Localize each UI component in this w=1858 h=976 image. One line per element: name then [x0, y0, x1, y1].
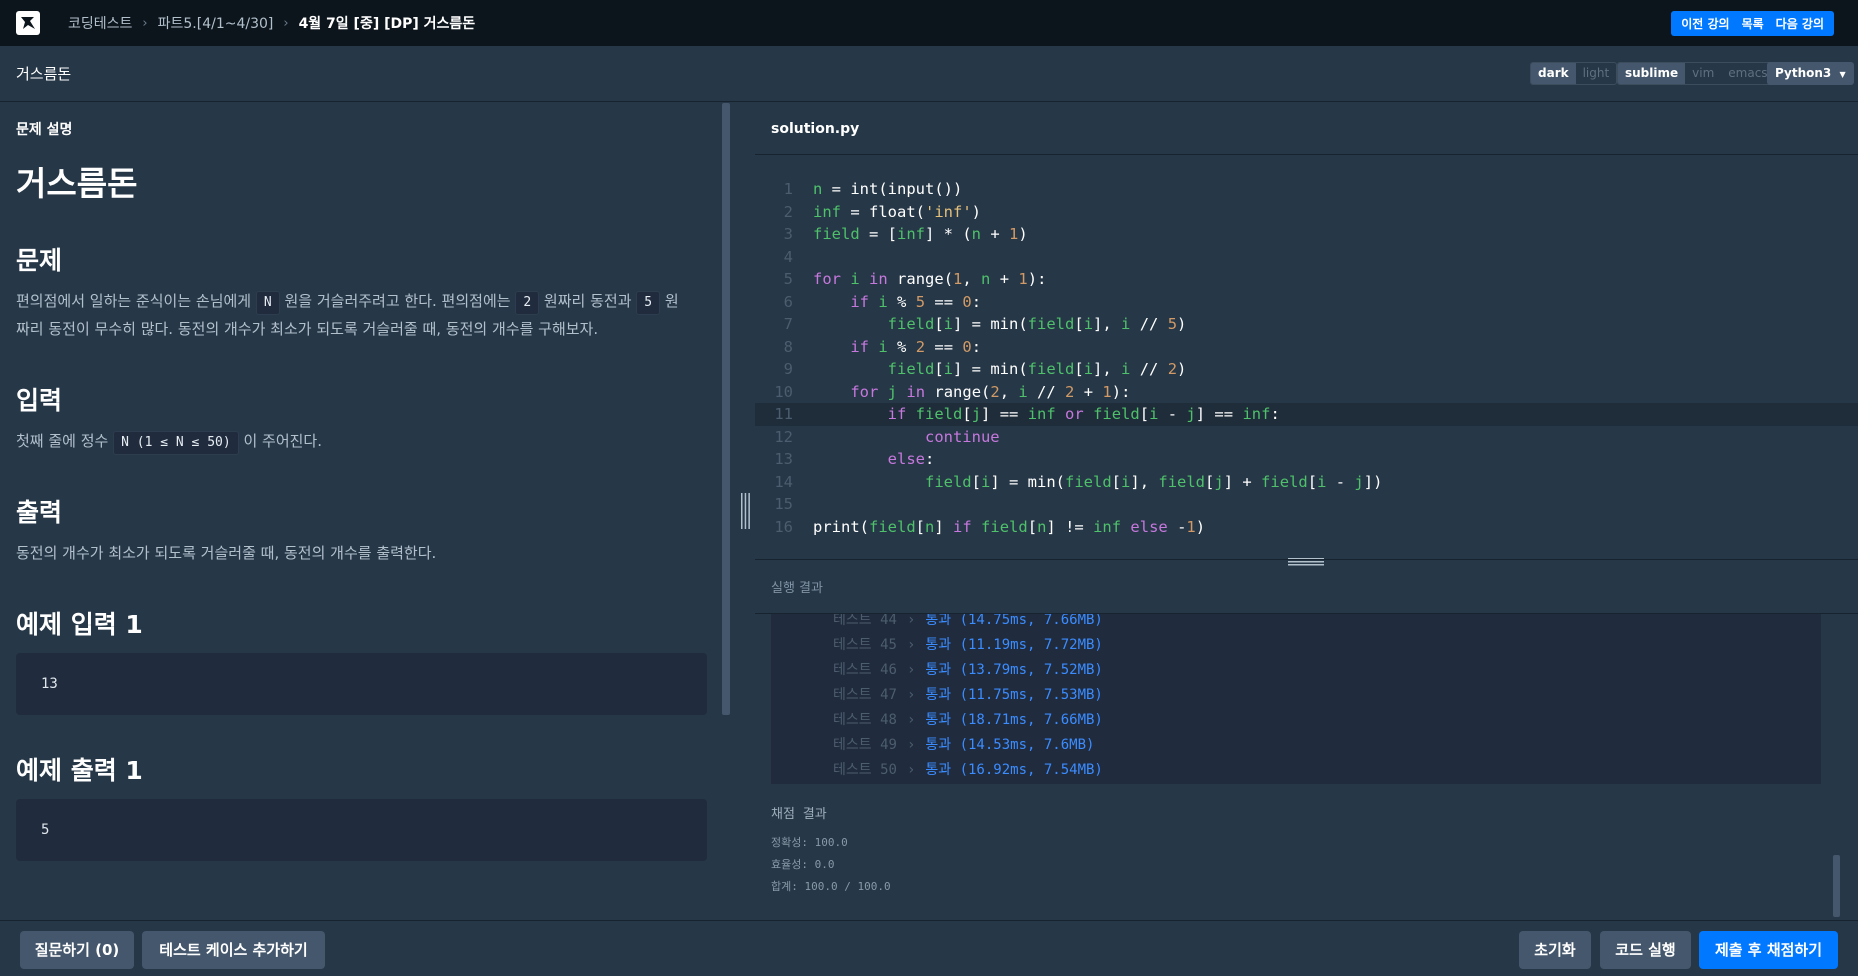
- result-row: 테스트 48 › 통과 (18.71ms, 7.66MB): [833, 712, 1103, 728]
- grade-total: 합계: 100.0 / 100.0: [771, 880, 891, 893]
- heading-problem: 문제: [16, 246, 63, 275]
- code-line: 14 field[i] = min(field[i], field[j] + f…: [774, 472, 1383, 491]
- inline-code: 5: [636, 291, 661, 315]
- theme-light-button[interactable]: light: [1576, 63, 1617, 84]
- code-line: 2 inf = float('inf'): [783, 202, 982, 221]
- result-row: 테스트 49 › 통과 (14.53ms, 7.6MB): [833, 737, 1095, 753]
- inline-code: 2: [515, 291, 540, 315]
- code-line-active: 11 if field[j] == inf or field[i - j] ==…: [755, 403, 1858, 426]
- keymap-vim-button[interactable]: vim: [1685, 63, 1721, 84]
- bottom-action-bar: 질문하기 (0) 테스트 케이스 추가하기 초기화 코드 실행 제출 후 채점하…: [0, 920, 1858, 976]
- run-code-button[interactable]: 코드 실행: [1600, 931, 1691, 969]
- inline-code: N (1 ≤ N ≤ 50): [113, 431, 239, 455]
- code-line: 4: [783, 247, 793, 266]
- code-line: 6 if i % 5 == 0:: [783, 292, 982, 311]
- reset-button[interactable]: 초기화: [1519, 931, 1591, 969]
- heading-example-input: 예제 입력 1: [16, 610, 143, 639]
- file-tab: solution.py: [755, 103, 1858, 155]
- code-line: 3 field = [inf] * (n + 1): [783, 225, 1028, 243]
- problem-panel[interactable]: 문제 설명 거스름돈 문제 편의점에서 일하는 준식이는 손님에게 N 원을 거…: [0, 103, 736, 920]
- grade-accuracy: 정확성: 100.0: [771, 836, 848, 849]
- result-row: 테스트 45 › 통과 (11.19ms, 7.72MB): [833, 637, 1103, 653]
- heading-example-output: 예제 출력 1: [16, 756, 143, 785]
- heading-input: 입력: [16, 386, 63, 415]
- input-text: 첫째 줄에 정수: [16, 432, 114, 450]
- code-line: 13 else:: [774, 450, 935, 468]
- example-input-box: 13: [16, 653, 707, 715]
- breadcrumb: 코딩테스트 › 파트5.[4/1~4/30] › 4월 7일 [중] [DP] …: [68, 13, 475, 33]
- theme-toggle: dark light: [1530, 62, 1618, 85]
- list-button[interactable]: 목록: [1736, 15, 1770, 32]
- lesson-nav-group: 이전 강의 목록 다음 강의: [1671, 11, 1834, 36]
- language-select[interactable]: Python3 ▼: [1767, 62, 1854, 85]
- language-select-value: Python3: [1775, 66, 1832, 80]
- desc-text: 원짜리 동전과: [539, 292, 637, 310]
- submit-button[interactable]: 제출 후 채점하기: [1699, 931, 1838, 969]
- vertical-resize-grip-icon[interactable]: [740, 493, 751, 529]
- section-label: 문제 설명: [16, 122, 73, 138]
- code-line: 16 print(field[n] if field[n] != inf else…: [774, 517, 1206, 536]
- code-line: 5 for i in range(1, n + 1):: [783, 270, 1047, 288]
- result-row: 테스트 47 › 통과 (11.75ms, 7.53MB): [833, 687, 1103, 703]
- code-line: 8 if i % 2 == 0:: [783, 337, 982, 356]
- next-lesson-button[interactable]: 다음 강의: [1770, 15, 1830, 32]
- desc-text: 원: [660, 292, 679, 310]
- code-line: 10 for j in range(2, i // 2 + 1):: [774, 382, 1131, 401]
- problem-title: 거스름돈: [16, 164, 138, 203]
- inline-code: N: [255, 291, 280, 315]
- breadcrumb-current: 4월 7일 [중] [DP] 거스름돈: [298, 16, 476, 32]
- breadcrumb-item-coding-test[interactable]: 코딩테스트: [68, 13, 132, 33]
- result-row: 테스트 50 › 통과 (16.92ms, 7.54MB): [833, 762, 1103, 778]
- input-description: 첫째 줄에 정수 N (1 ≤ N ≤ 50) 이 주어진다.: [16, 427, 720, 455]
- results-list[interactable]: 테스트 44 › 통과 (14.75ms, 7.66MB) 테스트 45 › 통과 (1…: [771, 614, 1821, 784]
- keymap-toggle: sublime vim emacs: [1617, 62, 1776, 85]
- code-line: 7 field[i] = min(field[i], i // 5): [783, 315, 1187, 333]
- desc-text: 짜리 동전이 무수히 많다. 동전의 개수가 최소가 되도록 거슬러줄 때, 동…: [16, 320, 599, 338]
- page-title: 거스름돈: [16, 65, 72, 83]
- heading-output: 출력: [16, 498, 63, 527]
- output-description: 동전의 개수가 최소가 되도록 거슬러줄 때, 동전의 개수를 출력한다.: [16, 544, 437, 562]
- desc-text: 원을 거슬러주려고 한다. 편의점에는: [279, 292, 516, 310]
- code-line: 12 continue: [774, 427, 1000, 446]
- results-scrollbar[interactable]: [1833, 855, 1840, 917]
- results-header: 실행 결과: [755, 559, 1858, 614]
- breadcrumb-item-part5[interactable]: 파트5.[4/1~4/30]: [158, 13, 274, 33]
- code-line: 9 field[i] = min(field[i], i // 2): [783, 360, 1187, 378]
- code-line: 15: [774, 495, 793, 513]
- input-text: 이 주어진다.: [238, 432, 322, 450]
- result-row: 테스트 44 › 통과 (14.75ms, 7.66MB): [833, 614, 1103, 628]
- prev-lesson-button[interactable]: 이전 강의: [1675, 15, 1735, 32]
- problem-description: 편의점에서 일하는 준식이는 손님에게 N 원을 거슬러주려고 한다. 편의점에…: [16, 287, 720, 343]
- top-nav: 코딩테스트 › 파트5.[4/1~4/30] › 4월 7일 [중] [DP] …: [0, 0, 1858, 46]
- keymap-sublime-button[interactable]: sublime: [1618, 63, 1686, 84]
- example-output-box: 5: [16, 799, 707, 861]
- code-line: 1n = int(input()): [783, 180, 963, 198]
- grade-summary: 채점 결과 정확성: 100.0 효율성: 0.0 합계: 100.0 / 10…: [771, 803, 891, 898]
- sub-header: 거스름돈 dark light sublime vim emacs Python…: [0, 46, 1858, 102]
- editor-panel: solution.py 1n = int(input()) 2 inf = flo…: [755, 103, 1858, 920]
- result-row: 테스트 46 › 통과 (13.79ms, 7.52MB): [833, 662, 1103, 678]
- chevron-right-icon: ›: [142, 15, 148, 31]
- ask-question-button[interactable]: 질문하기 (0): [20, 931, 134, 969]
- add-testcase-button[interactable]: 테스트 케이스 추가하기: [142, 931, 325, 969]
- chevron-right-icon: ›: [283, 15, 289, 31]
- code-editor[interactable]: 1n = int(input()) 2 inf = float('inf') 3f…: [755, 156, 1858, 559]
- caret-down-icon: ▼: [1839, 70, 1846, 79]
- theme-dark-button[interactable]: dark: [1531, 63, 1576, 84]
- logo-icon[interactable]: [16, 11, 40, 35]
- grade-efficiency: 효율성: 0.0: [771, 858, 835, 871]
- problem-scrollbar[interactable]: [722, 103, 730, 715]
- grade-title: 채점 결과: [771, 807, 827, 822]
- desc-text: 편의점에서 일하는 준식이는 손님에게: [16, 292, 256, 310]
